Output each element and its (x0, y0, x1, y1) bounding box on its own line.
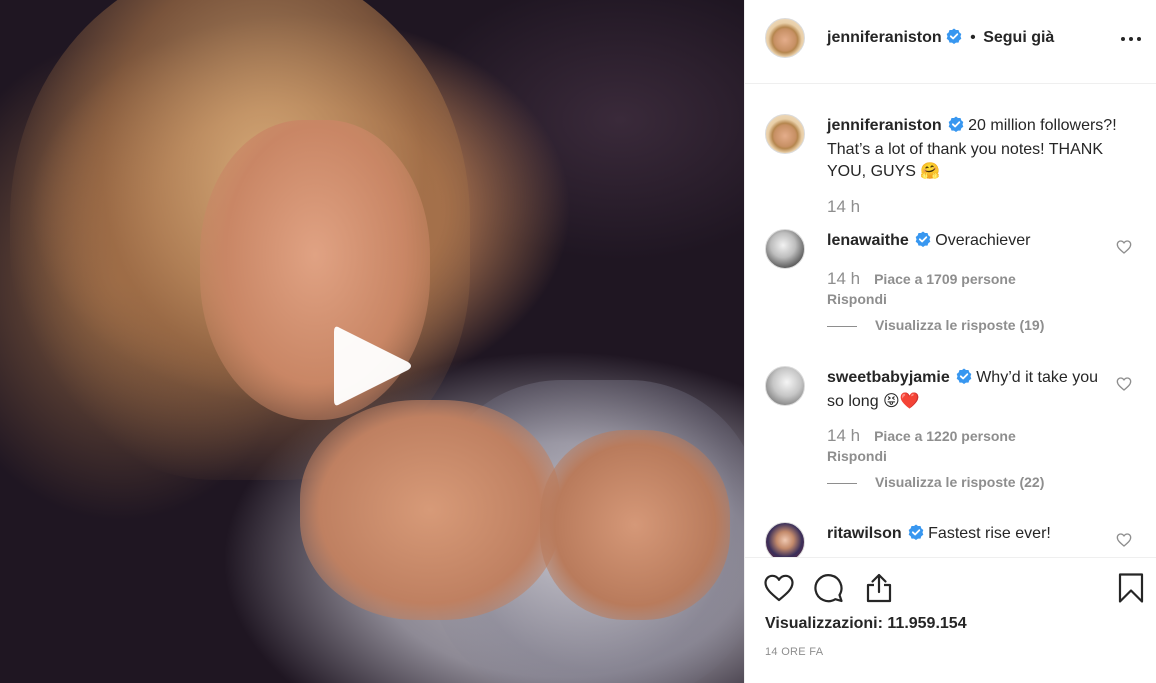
play-icon[interactable] (330, 322, 414, 410)
comment-like-heart-icon[interactable] (1116, 532, 1132, 548)
post-caption: jenniferaniston 20 million followers?! T… (745, 114, 1156, 224)
bookmark-icon[interactable] (1115, 572, 1147, 604)
verified-badge-icon (915, 231, 931, 254)
comment-text-block: lenawaithe Overachiever (827, 230, 1117, 254)
comment-time[interactable]: 14 h (827, 426, 860, 445)
verified-badge-icon (908, 524, 924, 547)
verified-badge-icon (948, 116, 964, 139)
comment-like-heart-icon[interactable] (1116, 239, 1132, 255)
comment-text-block: sweetbabyjamie Why’d it take you so long… (827, 367, 1117, 413)
post-header: jenniferaniston • Segui già (745, 0, 1156, 84)
comment-item: ritawilson Fastest rise ever! (745, 522, 1156, 557)
verified-badge-icon (946, 28, 962, 49)
comment-text: Overachiever (935, 232, 1031, 249)
reply-button[interactable]: Rispondi (827, 448, 887, 464)
caption-author-avatar[interactable] (765, 114, 805, 154)
commenter-username[interactable]: lenawaithe (827, 232, 909, 249)
comment-meta: 14 h Piace a 1709 persone (827, 269, 1016, 289)
commenter-avatar[interactable] (765, 229, 805, 269)
commenter-avatar[interactable] (765, 522, 805, 557)
comment-icon[interactable] (813, 572, 845, 604)
posted-time[interactable]: 14 ORE FA (765, 646, 823, 658)
heart-icon[interactable] (763, 572, 795, 604)
comment-likes[interactable]: Piace a 1220 persone (874, 428, 1016, 444)
caption-text-block: jenniferaniston 20 million followers?! T… (827, 115, 1117, 183)
post-side-panel: jenniferaniston • Segui già jenniferanis… (744, 0, 1156, 683)
caption-time[interactable]: 14 h (827, 197, 860, 216)
caption-meta: 14 h (827, 197, 874, 217)
replies-divider-line (827, 325, 857, 327)
view-replies-label: Visualizza le risposte (22) (875, 474, 1045, 490)
author-avatar[interactable] (765, 18, 805, 58)
view-replies-label: Visualizza le risposte (19) (875, 317, 1045, 333)
reply-button[interactable]: Rispondi (827, 291, 887, 307)
comment-time[interactable]: 14 h (827, 269, 860, 288)
comment-like-heart-icon[interactable] (1116, 376, 1132, 392)
comments-section[interactable]: jenniferaniston 20 million followers?! T… (745, 85, 1156, 557)
video-frame-hand (300, 400, 560, 620)
comment-item: lenawaithe Overachiever 14 h Piace a 1709… (745, 229, 1156, 339)
comment-likes[interactable]: Piace a 1709 persone (874, 271, 1016, 287)
following-button[interactable]: Segui già (983, 29, 1054, 46)
post-actions-bar: Visualizzazioni: 11.959.154 14 ORE FA (745, 557, 1156, 683)
share-icon[interactable] (863, 572, 895, 604)
commenter-avatar[interactable] (765, 366, 805, 406)
comment-item: sweetbabyjamie Why’d it take you so long… (745, 366, 1156, 496)
header-author: jenniferaniston • Segui già (827, 28, 1054, 49)
views-count: Visualizzazioni: 11.959.154 (765, 615, 967, 632)
view-replies-button[interactable]: Visualizza le risposte (22) (827, 474, 1044, 490)
author-username[interactable]: jenniferaniston (827, 29, 942, 46)
comment-text-block: ritawilson Fastest rise ever! (827, 523, 1117, 547)
video-frame-hand-right (540, 430, 730, 620)
comment-meta: 14 h Piace a 1220 persone (827, 426, 1016, 446)
header-separator: • (970, 29, 976, 46)
verified-badge-icon (956, 368, 972, 391)
comment-text: Fastest rise ever! (928, 525, 1051, 542)
commenter-username[interactable]: ritawilson (827, 525, 902, 542)
commenter-username[interactable]: sweetbabyjamie (827, 369, 950, 386)
more-options-icon[interactable] (1117, 31, 1145, 47)
replies-divider-line (827, 482, 857, 484)
caption-username[interactable]: jenniferaniston (827, 117, 942, 134)
post-video[interactable] (0, 0, 744, 683)
view-replies-button[interactable]: Visualizza le risposte (19) (827, 317, 1044, 333)
